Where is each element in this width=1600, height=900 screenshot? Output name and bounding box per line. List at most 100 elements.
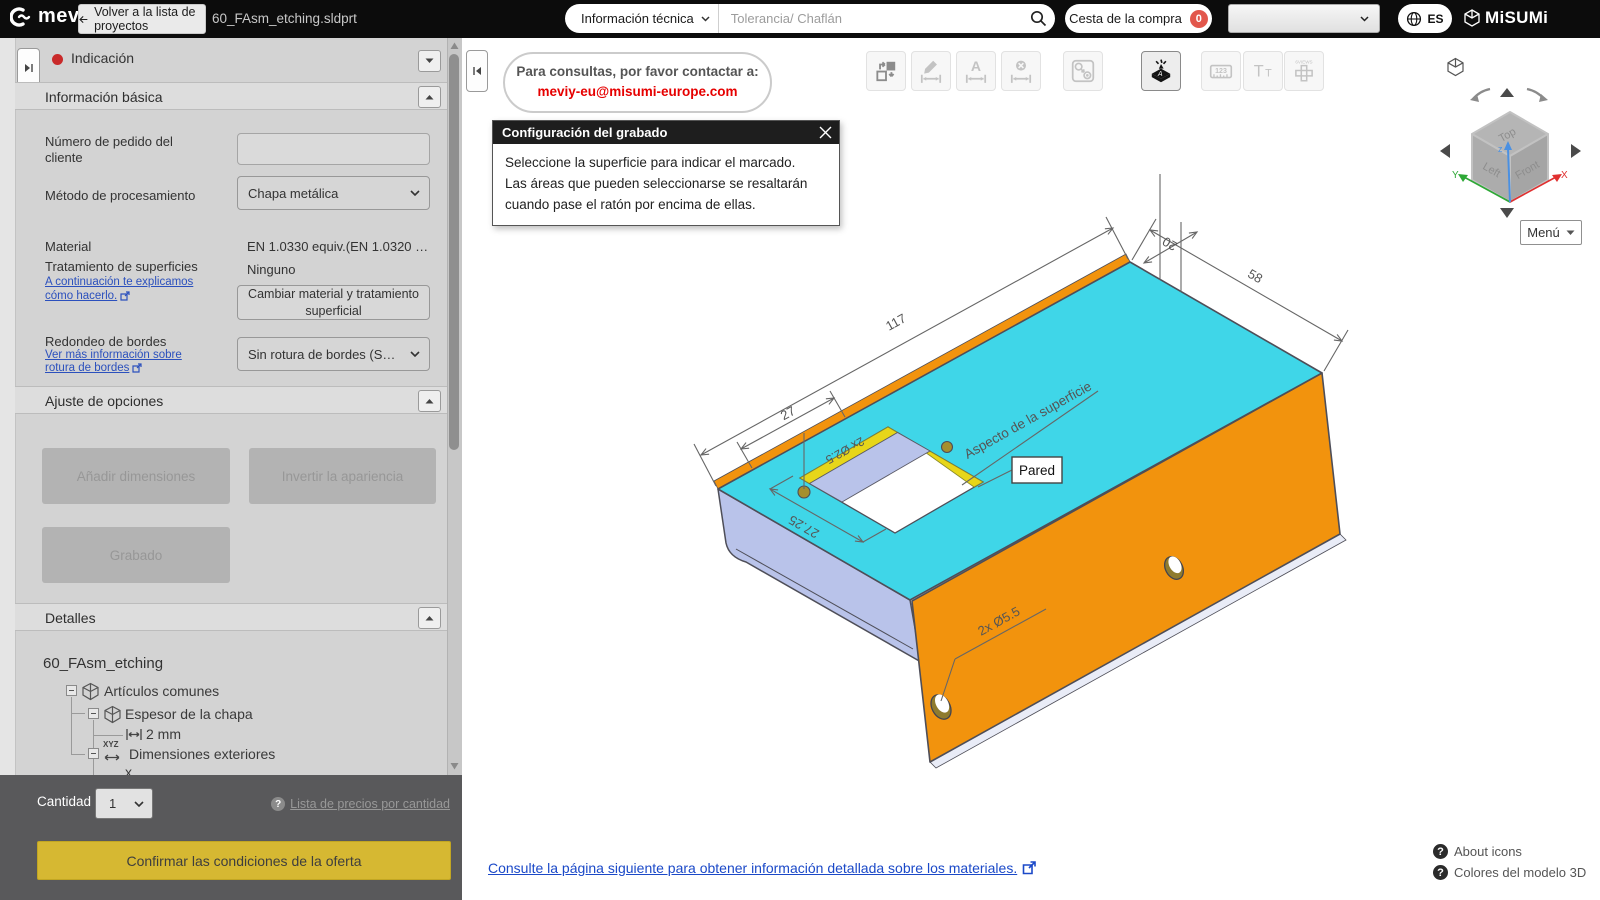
search-input[interactable]: [718, 11, 1021, 26]
quantity-select[interactable]: 1: [95, 788, 153, 819]
chevron-down-icon: [1566, 230, 1575, 235]
scrollbar-up-arrow[interactable]: [450, 42, 459, 50]
rotate-left-arrow[interactable]: [1470, 87, 1491, 102]
cart-count-badge: 0: [1189, 9, 1208, 28]
axis-x-label: X: [1561, 170, 1568, 181]
chevron-down-icon: [701, 15, 710, 22]
indication-status-dot: [52, 54, 63, 65]
rotate-up-arrow[interactable]: [1500, 88, 1514, 97]
rotate-right-step-arrow[interactable]: [1571, 144, 1581, 158]
chevron-up-icon: [425, 616, 434, 621]
tree-collapse-toggle[interactable]: [88, 748, 99, 759]
meviy-logo-icon: [10, 6, 31, 27]
engrave-button[interactable]: Grabado: [42, 527, 230, 583]
chevron-down-icon: [410, 190, 420, 196]
surface-treatment-label: Tratamiento de superficies: [45, 259, 198, 274]
quantity-label: Cantidad: [37, 794, 92, 809]
processing-method-value: Chapa metálica: [248, 185, 339, 201]
order-number-label-line2: cliente: [45, 150, 83, 165]
surface-treatment-help-link-line1[interactable]: A continuación te explicamos: [45, 276, 193, 288]
question-icon: ?: [1433, 865, 1448, 880]
language-button[interactable]: ES: [1398, 4, 1452, 33]
dim-58: 58: [1245, 266, 1265, 286]
tree-collapse-toggle[interactable]: [66, 685, 77, 696]
isometric-view-icon[interactable]: [1447, 57, 1464, 77]
misumi-brand-label: MiSUMi: [1485, 8, 1549, 27]
dim-117: 117: [883, 310, 908, 333]
rotate-down-arrow[interactable]: [1500, 208, 1514, 218]
question-icon: ?: [1433, 844, 1448, 859]
surface-treatment-help-link-line2[interactable]: cómo hacerlo.: [45, 290, 130, 302]
back-to-projects-button[interactable]: Volver a la lista de proyectos: [78, 4, 206, 34]
edge-rounding-select[interactable]: Sin rotura de bordes (S…: [237, 337, 430, 371]
order-number-label-line1: Número de pedido del: [45, 134, 173, 149]
tree-item-common[interactable]: Artículos comunes: [104, 683, 219, 699]
chevron-up-icon: [425, 95, 434, 100]
sidebar: Indicación Información básica Número de …: [0, 38, 462, 900]
topbar: meviy Volver a la lista de proyectos 60_…: [0, 0, 1600, 38]
wall-tooltip: Pared: [1011, 456, 1063, 484]
details-collapse-button[interactable]: [418, 607, 441, 629]
language-label: ES: [1427, 11, 1444, 26]
back-arrow-icon: [79, 15, 88, 23]
axis-z-label: z: [1498, 144, 1503, 154]
material-label: Material: [45, 239, 92, 254]
cart-button[interactable]: Cesta de la compra 0: [1065, 4, 1212, 33]
sidebar-scrollbar-thumb[interactable]: [449, 54, 459, 450]
tree-connector: [71, 697, 72, 754]
xyz-dimensions-icon: XYZ: [103, 740, 125, 761]
sidebar-rail: [0, 38, 16, 900]
tree-connector: [71, 754, 85, 755]
section-details: Detalles: [15, 603, 447, 631]
add-dimensions-button[interactable]: Añadir dimensiones: [42, 448, 230, 504]
surface-treatment-value: Ninguno: [247, 262, 296, 277]
material-value: EN 1.0330 equiv.(EN 1.0320 …: [247, 239, 429, 254]
price-list-link-text: Lista de precios por cantidad: [290, 797, 450, 811]
search-button[interactable]: [1021, 4, 1055, 33]
misumi-cube-icon: [1464, 9, 1480, 27]
edge-link-text2: rotura de bordes: [45, 362, 130, 374]
price-list-link[interactable]: ? Lista de precios por cantidad: [271, 797, 450, 811]
tree-collapse-toggle[interactable]: [88, 708, 99, 719]
project-select[interactable]: [1228, 4, 1380, 33]
menu-label: Menú: [1527, 225, 1560, 240]
about-icons-text: About icons: [1454, 844, 1522, 859]
change-material-button[interactable]: Cambiar material y tratamiento superfici…: [237, 285, 430, 320]
xyz-icon-text: XYZ: [103, 740, 119, 749]
scrollbar-down-arrow[interactable]: [450, 762, 459, 770]
axis-y-label: Y: [1452, 170, 1459, 181]
chevron-down-icon: [134, 800, 144, 807]
indication-collapse-button[interactable]: [418, 50, 441, 72]
globe-icon: [1407, 11, 1422, 26]
quantity-panel: Cantidad 1 ? Lista de precios por cantid…: [0, 775, 462, 900]
edge-rounding-link-line2[interactable]: rotura de bordes: [45, 362, 142, 374]
main-canvas-area: Para consultas, por favor contactar a: m…: [462, 38, 1600, 900]
edge-rounding-link-line1[interactable]: Ver más información sobre: [45, 349, 182, 361]
processing-method-select[interactable]: Chapa metálica: [237, 176, 430, 210]
model-colors-link[interactable]: ? Colores del modelo 3D: [1433, 865, 1586, 880]
search-icon: [1030, 10, 1046, 27]
materials-info-link[interactable]: Consulte la página siguiente para obtene…: [488, 860, 1037, 876]
about-icons-link[interactable]: ? About icons: [1433, 844, 1522, 859]
model-small-hole-2[interactable]: [940, 440, 954, 454]
surface-link-text2: cómo hacerlo.: [45, 290, 118, 302]
chevron-down-icon: [1360, 15, 1369, 22]
search-category-dropdown[interactable]: Información técnica: [565, 4, 718, 33]
options-collapse-button[interactable]: [418, 390, 441, 412]
tree-root[interactable]: 60_FAsm_etching: [43, 655, 163, 672]
rotate-right-arrow[interactable]: [1526, 87, 1548, 102]
tree-item-thickness[interactable]: Espesor de la chapa: [125, 706, 253, 722]
wall-tooltip-text: Pared: [1019, 463, 1055, 478]
basic-info-collapse-button[interactable]: [418, 86, 441, 108]
tree-item-thickness-value[interactable]: 2 mm: [146, 726, 181, 742]
viewcube-menu-button[interactable]: Menú: [1520, 220, 1582, 245]
confirm-offer-button[interactable]: Confirmar las condiciones de la oferta: [37, 841, 451, 880]
rotate-left-step-arrow[interactable]: [1440, 144, 1450, 158]
processing-method-label: Método de procesamiento: [45, 188, 196, 203]
edge-rounding-value: Sin rotura de bordes (S…: [248, 346, 396, 362]
order-number-input[interactable]: [237, 133, 430, 165]
invert-appearance-button[interactable]: Invertir la apariencia: [249, 448, 436, 504]
tree-item-dimensions[interactable]: Dimensiones exteriores: [129, 746, 275, 762]
section-basic-info: Información básica: [15, 82, 447, 110]
file-title: 60_FAsm_etching.sldprt: [212, 11, 357, 26]
